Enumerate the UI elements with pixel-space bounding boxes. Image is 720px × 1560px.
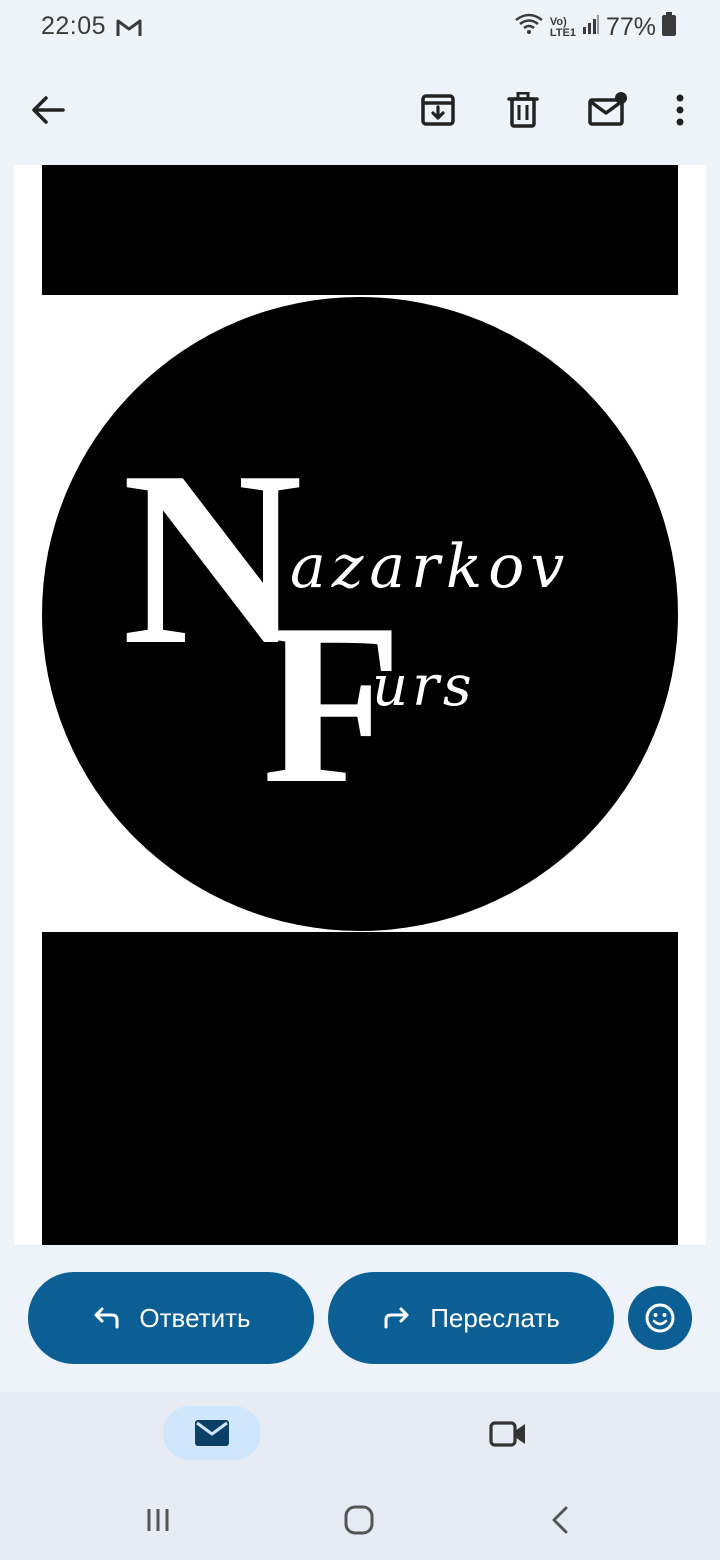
status-bar: 22:05 Vo) LTE1 77% bbox=[0, 0, 720, 56]
back-arrow-icon bbox=[32, 96, 65, 124]
archive-icon bbox=[421, 94, 455, 126]
signal-icon bbox=[582, 13, 600, 42]
smiley-icon bbox=[645, 1303, 675, 1333]
chevron-left-icon bbox=[552, 1506, 568, 1534]
recent-apps-button[interactable] bbox=[138, 1500, 178, 1540]
black-banner-top bbox=[42, 165, 678, 295]
system-navigation bbox=[0, 1478, 720, 1560]
trash-icon bbox=[507, 92, 539, 128]
home-icon bbox=[344, 1505, 374, 1535]
nav-mail[interactable] bbox=[163, 1406, 261, 1460]
network-label: Vo) LTE1 bbox=[549, 15, 576, 39]
more-vert-icon bbox=[676, 94, 684, 126]
email-toolbar bbox=[0, 60, 720, 160]
bottom-navigation bbox=[0, 1392, 720, 1478]
mail-icon bbox=[195, 1420, 229, 1446]
archive-button[interactable] bbox=[414, 86, 462, 134]
delete-button[interactable] bbox=[499, 86, 547, 134]
more-options-button[interactable] bbox=[656, 86, 704, 134]
emoji-reaction-button[interactable] bbox=[628, 1286, 692, 1350]
status-right: Vo) LTE1 77% bbox=[514, 12, 676, 43]
gmail-notification-icon bbox=[116, 16, 142, 45]
forward-button[interactable]: Переслать bbox=[328, 1272, 614, 1364]
battery-icon bbox=[662, 12, 676, 43]
recents-icon bbox=[147, 1509, 169, 1531]
reply-icon bbox=[94, 1307, 119, 1329]
reply-label: Ответить bbox=[139, 1302, 251, 1333]
status-time: 22:05 bbox=[41, 12, 107, 40]
black-banner-bottom bbox=[42, 932, 678, 1245]
mark-unread-icon bbox=[588, 92, 627, 126]
home-button[interactable] bbox=[339, 1500, 379, 1540]
forward-icon bbox=[384, 1307, 409, 1329]
back-nav-button[interactable] bbox=[540, 1500, 580, 1540]
email-actions: Ответить Переслать bbox=[0, 1270, 720, 1370]
mark-unread-button[interactable] bbox=[583, 86, 631, 134]
back-button[interactable] bbox=[24, 86, 72, 134]
nav-meet[interactable] bbox=[484, 1412, 532, 1456]
logo-script-urs: urs bbox=[372, 654, 476, 719]
brand-logo: N azarkov F urs bbox=[42, 297, 678, 931]
video-icon bbox=[489, 1421, 525, 1447]
wifi-icon bbox=[514, 12, 544, 43]
battery-percent: 77% bbox=[605, 13, 656, 41]
email-body: N azarkov F urs bbox=[14, 165, 706, 1245]
forward-label: Переслать bbox=[430, 1302, 560, 1333]
reply-button[interactable]: Ответить bbox=[28, 1272, 314, 1364]
